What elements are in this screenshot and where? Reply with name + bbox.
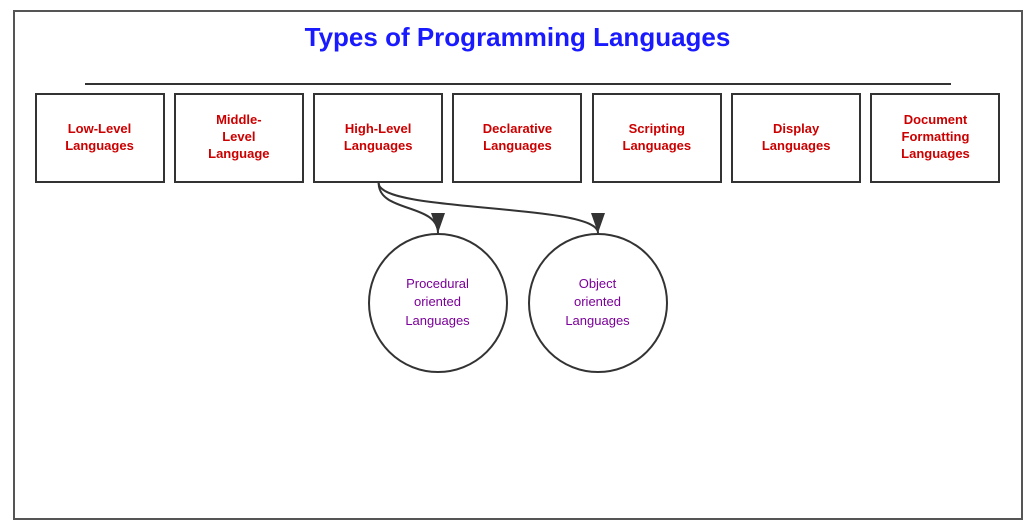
lang-circle-1: ObjectorientedLanguages	[528, 233, 668, 373]
lang-box-4: ScriptingLanguages	[592, 93, 722, 183]
horizontal-line	[85, 83, 951, 85]
connector-area	[25, 63, 1011, 93]
diagram-title: Types of Programming Languages	[25, 22, 1011, 53]
diagram-container: Types of Programming Languages Low-Level…	[13, 10, 1023, 520]
lang-box-1: Middle-LevelLanguage	[174, 93, 304, 183]
lang-box-0: Low-LevelLanguages	[35, 93, 165, 183]
lang-box-6: DocumentFormattingLanguages	[870, 93, 1000, 183]
lang-box-2: High-LevelLanguages	[313, 93, 443, 183]
circle-row: ProceduralorientedLanguagesObjectoriente…	[25, 233, 1011, 373]
lang-box-5: DisplayLanguages	[731, 93, 861, 183]
lang-box-3: DeclarativeLanguages	[452, 93, 582, 183]
boxes-row: Low-LevelLanguagesMiddle-LevelLanguageHi…	[25, 93, 1011, 183]
lang-circle-0: ProceduralorientedLanguages	[368, 233, 508, 373]
bottom-section: ProceduralorientedLanguagesObjectoriente…	[25, 183, 1011, 383]
